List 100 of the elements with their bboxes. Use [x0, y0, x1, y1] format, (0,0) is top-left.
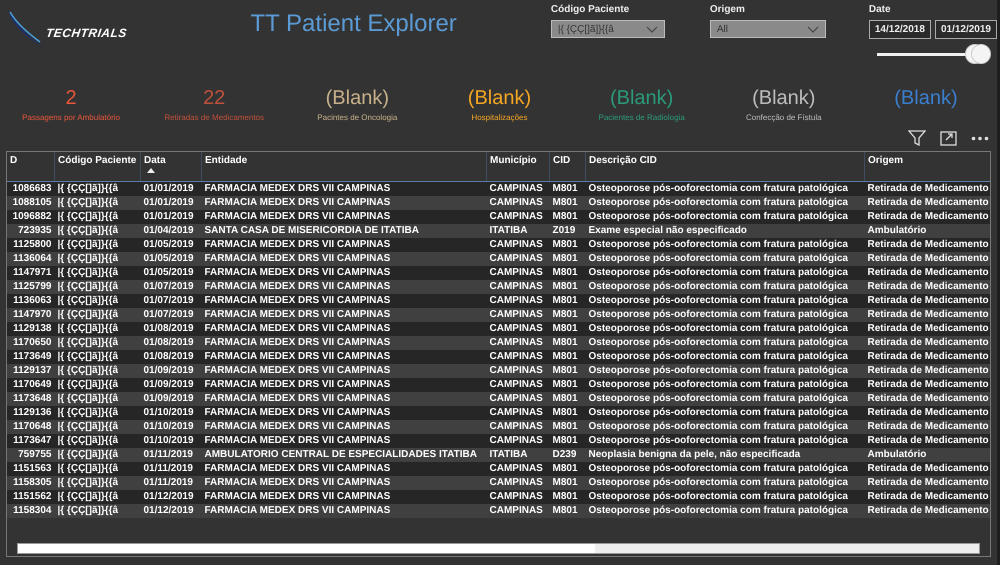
table-cell: FARMACIA MEDEX DRS VII CAMPINAS	[202, 336, 486, 350]
table-cell: CAMPINAS	[486, 252, 550, 266]
table-cell: Retirada de Medicamento	[864, 490, 990, 504]
table-cell: 01/10/2019	[140, 406, 202, 420]
column-header[interactable]: Entidade	[202, 152, 486, 182]
kpi-label: Passagens por Ambulatório	[22, 113, 120, 122]
kpi-value: (Blank)	[752, 87, 816, 109]
table-cell: CAMPINAS	[486, 322, 550, 336]
table-cell: CAMPINAS	[486, 294, 550, 308]
table-cell: 1158304	[7, 504, 54, 518]
kpi-label: Pacientes de Radiologia	[598, 113, 685, 122]
table-cell: Osteoporose pós-ooforectomia com fratura patológica	[586, 280, 864, 294]
table-cell: Osteoporose pós-ooforectomia com fratura patológica	[586, 378, 864, 392]
column-header[interactable]: D	[7, 152, 54, 182]
table-cell: 01/07/2019	[140, 280, 202, 294]
table-cell: 1170650	[7, 336, 54, 350]
table-cell: M801	[550, 280, 586, 294]
table-cell: Osteoporose pós-ooforectomia com fratura patológica	[586, 294, 864, 308]
date-field[interactable]: 01/12/2019	[934, 20, 997, 39]
table-cell: 1173649	[7, 350, 54, 364]
kpi-label: Pacintes de Oncologia	[317, 113, 398, 122]
column-header[interactable]: Município	[486, 152, 550, 182]
dropdown[interactable]: All	[710, 20, 826, 38]
dropdown[interactable]: |{ {ÇÇ[]ã]}{{â	[550, 20, 665, 38]
table-cell: Osteoporose pós-ooforectomia com fratura patológica	[586, 462, 864, 476]
table-cell: Retirada de Medicamento	[864, 196, 990, 210]
table-cell: ITATIBA	[486, 448, 550, 462]
table-cell: FARMACIA MEDEX DRS VII CAMPINAS	[202, 308, 486, 322]
filter-label: Código Paciente	[550, 3, 630, 17]
table-cell: 01/05/2019	[140, 238, 202, 252]
table-cell: FARMACIA MEDEX DRS VII CAMPINAS	[202, 210, 486, 224]
horizontal-scrollbar[interactable]	[17, 543, 980, 554]
caret-icon	[646, 26, 658, 32]
table-cell: |{ {ÇÇ[]ã]}{{â	[54, 224, 140, 238]
table-cell: 1170648	[7, 420, 54, 434]
date-slider[interactable]	[876, 43, 991, 65]
table-cell: |{ {ÇÇ[]ã]}{{â	[54, 364, 140, 378]
table-cell: 01/10/2019	[140, 434, 202, 448]
table-cell: FARMACIA MEDEX DRS VII CAMPINAS	[202, 434, 486, 448]
filter-icon[interactable]	[908, 130, 926, 146]
table-cell: |{ {ÇÇ[]ã]}{{â	[54, 266, 140, 280]
table-cell: CAMPINAS	[486, 182, 550, 196]
kpi-value: 2	[66, 87, 77, 109]
table-cell: |{ {ÇÇ[]ã]}{{â	[54, 210, 140, 224]
table-cell: Osteoporose pós-ooforectomia com fratura patológica	[586, 182, 864, 196]
table-cell: 1096882	[7, 210, 54, 224]
date-field[interactable]: 14/12/2018	[868, 20, 931, 39]
table-cell: Osteoporose pós-ooforectomia com fratura patológica	[586, 392, 864, 406]
table-cell: Retirada de Medicamento	[864, 364, 990, 378]
table-cell: 01/01/2019	[140, 196, 202, 210]
table-cell: 01/07/2019	[140, 294, 202, 308]
table-cell: Retirada de Medicamento	[864, 294, 990, 308]
table-cell: M801	[550, 252, 586, 266]
table-cell: Retirada de Medicamento	[864, 322, 990, 336]
table-cell: 01/05/2019	[140, 266, 202, 280]
table-cell: FARMACIA MEDEX DRS VII CAMPINAS	[202, 504, 486, 518]
table-cell: FARMACIA MEDEX DRS VII CAMPINAS	[202, 476, 486, 490]
table-cell: |{ {ÇÇ[]ã]}{{â	[54, 280, 140, 294]
column-header[interactable]: CID	[550, 152, 586, 182]
table-cell: 1125800	[7, 238, 54, 252]
table-cell: Osteoporose pós-ooforectomia com fratura patológica	[586, 504, 864, 518]
table-cell: Retirada de Medicamento	[864, 266, 990, 280]
table-cell: Retirada de Medicamento	[864, 504, 990, 518]
table-cell: 1173647	[7, 434, 54, 448]
table-cell: 01/11/2019	[140, 462, 202, 476]
table-cell: CAMPINAS	[486, 490, 550, 504]
table-cell: CAMPINAS	[486, 350, 550, 364]
focus-mode-icon[interactable]	[940, 130, 957, 146]
table-cell: M801	[550, 378, 586, 392]
column-header[interactable]: Data	[140, 152, 202, 182]
table-cell: |{ {ÇÇ[]ã]}{{â	[54, 462, 140, 476]
table-cell: 01/11/2019	[140, 448, 202, 462]
table-cell: 1147970	[7, 308, 54, 322]
table-cell: 01/01/2019	[140, 210, 202, 224]
column-header[interactable]: Código Paciente	[54, 152, 140, 182]
table-cell: FARMACIA MEDEX DRS VII CAMPINAS	[202, 266, 486, 280]
column-header[interactable]: Origem	[864, 152, 990, 182]
table-cell: 759755	[7, 448, 54, 462]
table-cell: |{ {ÇÇ[]ã]}{{â	[54, 406, 140, 420]
table-cell: Retirada de Medicamento	[864, 378, 990, 392]
table-cell: 1088105	[7, 196, 54, 210]
table-cell: FARMACIA MEDEX DRS VII CAMPINAS	[202, 350, 486, 364]
kpi-value: (Blank)	[326, 87, 389, 109]
table-cell: M801	[550, 490, 586, 504]
table-cell: D239	[550, 448, 586, 462]
caret-icon	[806, 26, 819, 32]
more-options-icon[interactable]	[971, 136, 989, 140]
table-cell: |{ {ÇÇ[]ã]}{{â	[54, 350, 140, 364]
table-cell: M801	[550, 182, 586, 196]
table-cell: 1147971	[7, 266, 54, 280]
table-cell: 723935	[7, 224, 54, 238]
table-cell: 1151563	[7, 462, 54, 476]
table-cell: 1129137	[7, 364, 54, 378]
table-cell: M801	[550, 210, 586, 224]
column-header[interactable]: Descrição CID	[586, 152, 864, 182]
table-cell: CAMPINAS	[486, 476, 550, 490]
table-cell: FARMACIA MEDEX DRS VII CAMPINAS	[202, 280, 486, 294]
table-cell: 1173648	[7, 392, 54, 406]
table-cell: CAMPINAS	[486, 308, 550, 322]
table-cell: Retirada de Medicamento	[864, 238, 990, 252]
